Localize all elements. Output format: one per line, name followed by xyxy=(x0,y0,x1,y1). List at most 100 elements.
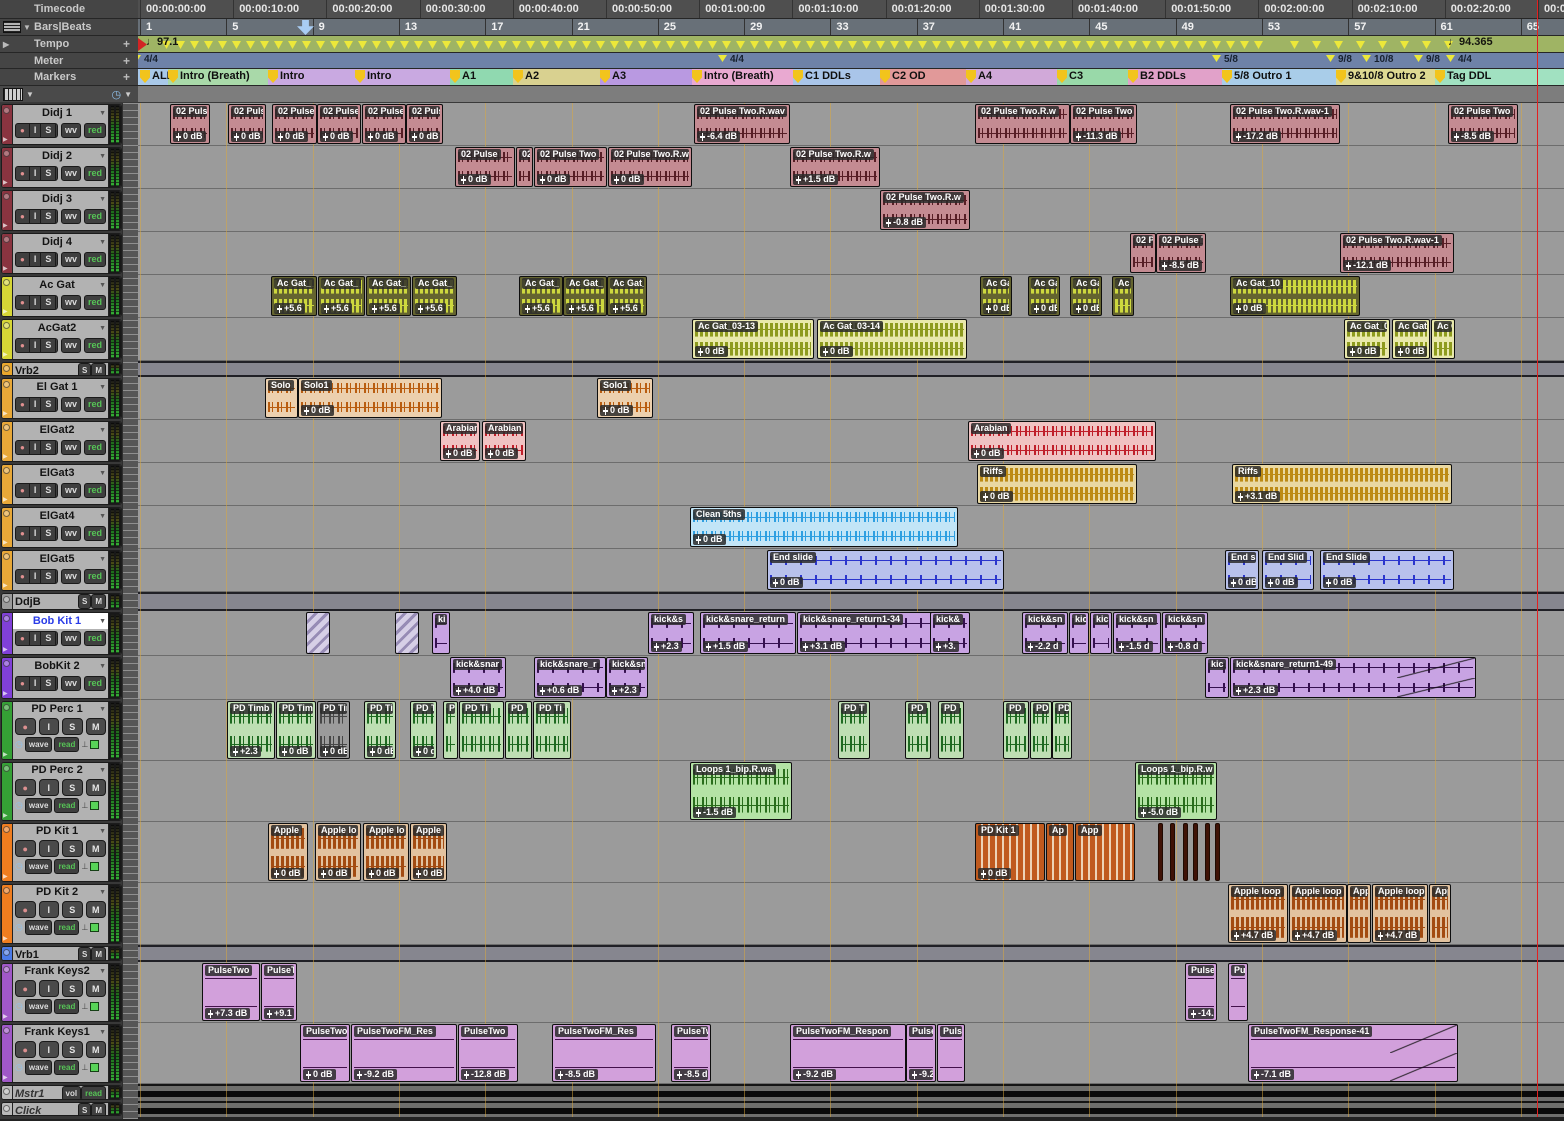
clip[interactable]: PulseTwo0 dB xyxy=(300,1024,350,1082)
mute-button[interactable]: M xyxy=(56,167,58,180)
clip[interactable]: PD Timb0 dB xyxy=(317,701,350,759)
clip[interactable]: 02 Pulse Two.R.w-0.8 dB xyxy=(880,190,970,230)
track-name[interactable]: Mstr1 xyxy=(15,1088,62,1100)
playlist-arrow-icon[interactable]: ▶ xyxy=(3,453,8,460)
clip[interactable]: Ac Gat0 dB xyxy=(980,276,1012,316)
tempo-event-triangle[interactable] xyxy=(540,41,549,49)
mute-button[interactable]: M xyxy=(56,484,58,497)
clip[interactable]: 02 Pulse0 dB xyxy=(317,104,361,144)
record-enable-button[interactable]: ● xyxy=(16,441,30,454)
input-monitor-button[interactable]: I xyxy=(30,632,42,645)
record-enable-button[interactable]: ● xyxy=(16,167,30,180)
clip-gain[interactable]: 0 dB xyxy=(231,131,263,142)
clip[interactable]: kick&+3. xyxy=(930,612,970,654)
clip[interactable]: Ac Gat_00 dB xyxy=(1344,319,1390,359)
record-enable-button[interactable]: ● xyxy=(16,296,30,309)
track-name-dropdown-icon[interactable]: ▼ xyxy=(99,889,106,896)
clip-gain[interactable]: +5.6 xyxy=(566,303,597,314)
track-collapse-button[interactable] xyxy=(3,322,10,329)
clip[interactable]: kic xyxy=(1205,657,1229,698)
track-name-row[interactable]: ElGat3▼ xyxy=(13,465,108,481)
solo-button[interactable]: S xyxy=(41,296,56,309)
clip[interactable]: PD xyxy=(938,701,964,759)
track-collapse-button[interactable] xyxy=(3,236,10,243)
clip[interactable] xyxy=(306,612,330,654)
mute-button[interactable]: M xyxy=(56,398,58,411)
meter-event-triangle[interactable] xyxy=(718,55,727,62)
fader-icon[interactable]: ⊥ xyxy=(81,862,88,871)
clip[interactable]: kick xyxy=(1090,612,1112,654)
clip[interactable]: Apple loop+4.7 dB xyxy=(1228,884,1288,943)
clip-gain[interactable]: -1.5 d xyxy=(1116,641,1153,652)
tempo-event-triangle[interactable] xyxy=(568,41,577,49)
track-name-row[interactable]: Didj 4▼ xyxy=(13,234,108,250)
clip-gain[interactable]: 0 dB xyxy=(693,534,726,545)
mute-button[interactable]: M xyxy=(86,718,107,735)
tempo-event-triangle[interactable] xyxy=(764,41,773,49)
clip-gain[interactable]: +2.3 xyxy=(609,685,640,696)
track-view-selector[interactable]: wave xyxy=(25,920,53,935)
track-name[interactable]: ElGat3 xyxy=(15,467,99,479)
clip[interactable] xyxy=(1183,823,1188,881)
clip-gain[interactable]: 0 dB xyxy=(1073,303,1099,314)
clip[interactable]: End Slid0 dB xyxy=(1262,550,1314,590)
tempo-event-triangle[interactable] xyxy=(1142,41,1151,49)
track-lane-acgat2[interactable]: Ac Gat_03-130 dBAc Gat_03-140 dBAc Gat_0… xyxy=(138,318,1564,361)
clip[interactable]: PD Ti0 dB xyxy=(364,701,396,759)
playlist-arrow-icon[interactable]: ▶ xyxy=(3,539,8,546)
tempo-event-triangle[interactable] xyxy=(582,41,591,49)
tempo-event-triangle[interactable] xyxy=(456,41,465,49)
track-lane-vrb1[interactable] xyxy=(138,945,1564,962)
track-view-selector[interactable]: wv xyxy=(61,631,81,646)
tempo-event-triangle[interactable] xyxy=(498,41,507,49)
tempo-event-triangle[interactable] xyxy=(624,41,633,49)
clip[interactable]: 02 Pulse0 dB xyxy=(455,147,515,187)
tempo-event-triangle[interactable] xyxy=(1226,41,1235,49)
automation-mode-button[interactable]: red xyxy=(84,338,106,353)
track-name-row[interactable]: Didj 2▼ xyxy=(13,148,108,164)
meter-ruler[interactable]: 4/44/45/89/810/89/84/4 xyxy=(138,53,1564,69)
input-monitor-button[interactable]: I xyxy=(30,484,42,497)
clip-gain[interactable]: 0 dB xyxy=(770,577,803,588)
clip[interactable]: Pulse-9.2 xyxy=(906,1024,936,1082)
clip[interactable]: Ac Gat0 dB xyxy=(1028,276,1060,316)
track-name-row[interactable]: ClickSM xyxy=(13,1103,108,1116)
solo-button[interactable]: S xyxy=(62,980,83,997)
automation-mode-button[interactable]: read xyxy=(54,999,79,1014)
solo-button[interactable]: S xyxy=(41,527,56,540)
track-lane-ac-gat[interactable]: Ac Gat_+5.6Ac Gat_+5.6Ac Gat_+5.6Ac Gat_… xyxy=(138,275,1564,318)
automation-mode-button[interactable]: red xyxy=(84,676,106,691)
tempo-event-triangle[interactable] xyxy=(414,41,423,49)
clip-gain[interactable]: +4.7 dB xyxy=(1292,930,1337,941)
tempo-event-triangle[interactable] xyxy=(288,41,297,49)
clip-gain[interactable]: 0 dB xyxy=(409,131,440,142)
timebase-clock-icon[interactable]: ◷ xyxy=(15,861,23,872)
track-lane-didj-4[interactable]: 02 P02 Pulse Tw-8.5 dB02 Pulse Two.R.wav… xyxy=(138,232,1564,275)
clip[interactable]: kic xyxy=(1069,612,1089,654)
clip-gain[interactable]: +1.5 dB xyxy=(793,174,838,185)
clip[interactable]: Ac Gat0 dB xyxy=(1392,319,1430,359)
tempo-event-triangle[interactable] xyxy=(260,41,269,49)
clip-gain[interactable]: 0 dB xyxy=(320,131,353,142)
track-name-row[interactable]: Didj 1▼ xyxy=(13,105,108,121)
timebase-dropdown-icon[interactable]: ▼ xyxy=(124,90,132,99)
tempo-event-triangle[interactable] xyxy=(1422,41,1431,49)
mute-button[interactable]: M xyxy=(56,677,58,690)
tempo-event-triangle[interactable] xyxy=(1030,41,1039,49)
track-name[interactable]: Frank Keys2 xyxy=(15,965,99,977)
clip-gain[interactable]: -11.3 dB xyxy=(1073,131,1121,142)
clip[interactable]: 02 Puls0 dB xyxy=(406,104,443,144)
clip-gain[interactable]: +7.3 dB xyxy=(205,1008,250,1019)
clip[interactable]: Ac xyxy=(1112,276,1134,316)
track-name-row[interactable]: PD Perc 2▼ xyxy=(13,763,108,777)
playlist-arrow-icon[interactable]: ▶ xyxy=(3,136,8,143)
track-name-dropdown-icon[interactable]: ▼ xyxy=(99,828,106,835)
mute-button[interactable]: M xyxy=(86,980,107,997)
mute-button[interactable]: M xyxy=(56,632,58,645)
tempo-event-triangle[interactable] xyxy=(218,41,227,49)
track-lane-pd-perc-1[interactable]: PD Timb+2.3PD Timb0 dBPD Timb0 dBPD Ti0 … xyxy=(138,700,1564,761)
clip[interactable]: PD xyxy=(1030,701,1052,759)
input-monitor-button[interactable]: I xyxy=(30,167,42,180)
clip[interactable]: Ac Gat_+5.6 xyxy=(318,276,365,316)
clip[interactable]: 02 P xyxy=(1130,233,1156,273)
